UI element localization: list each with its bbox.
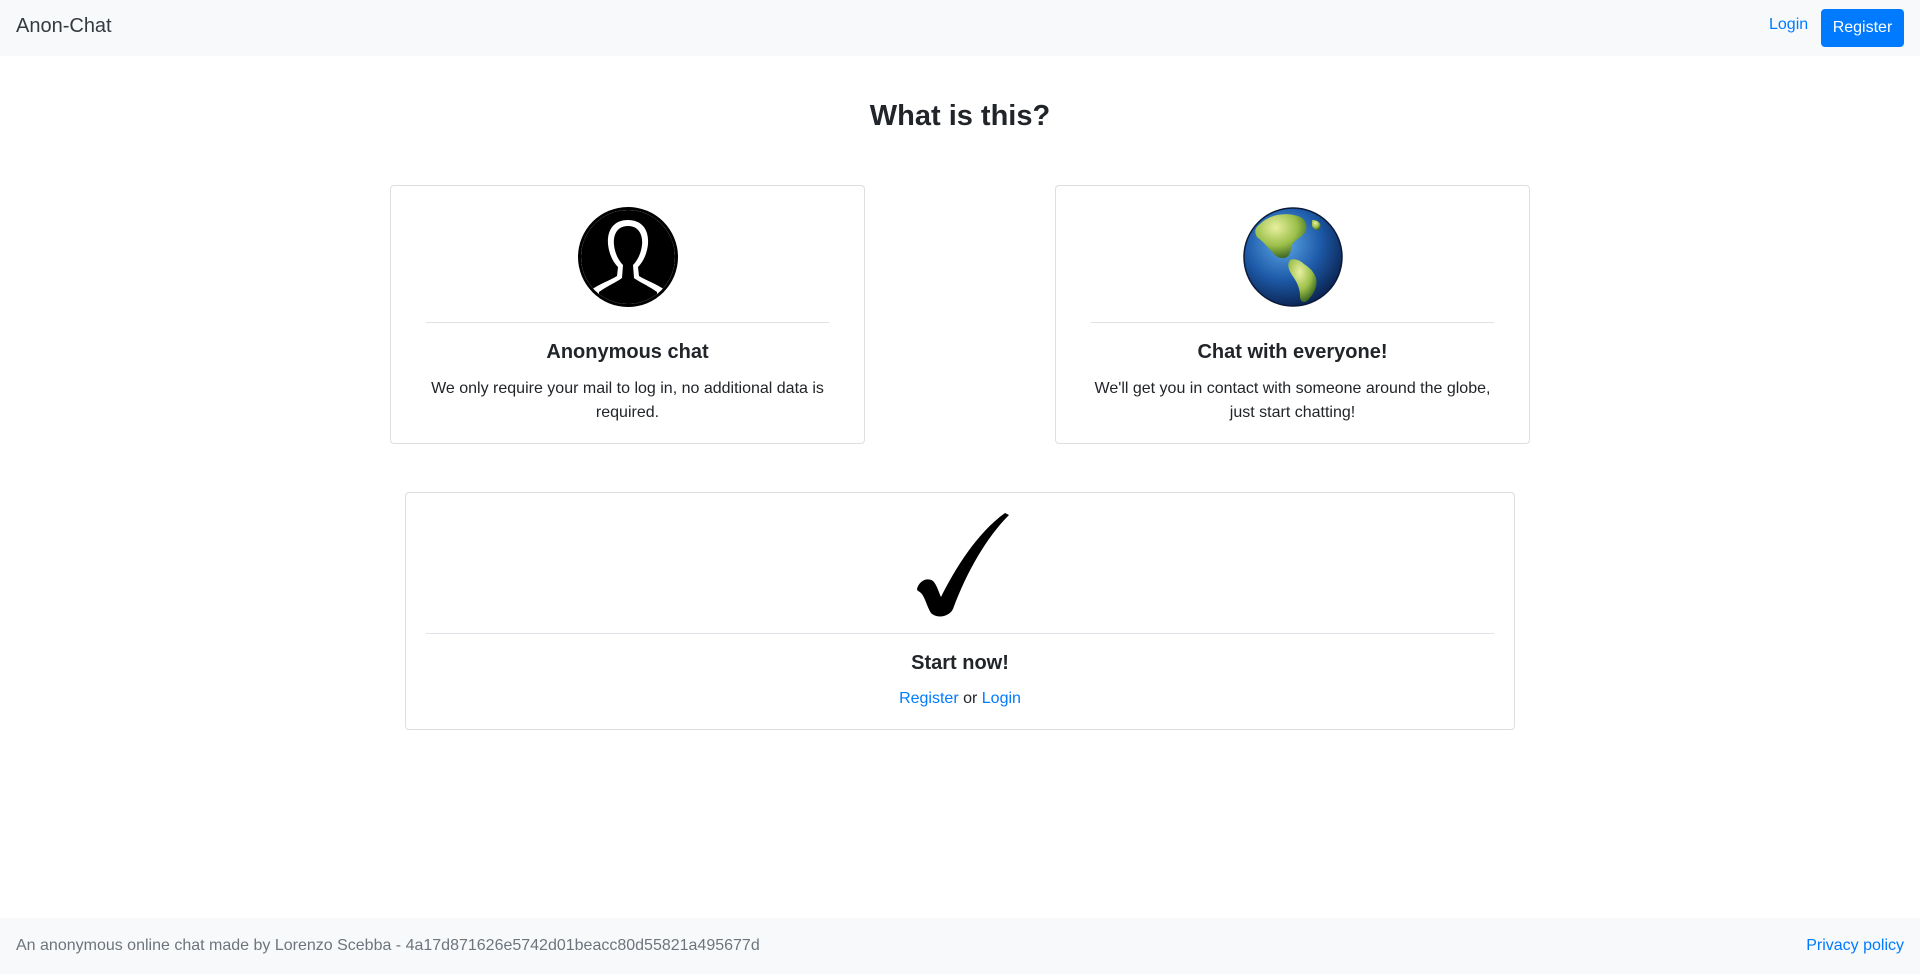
user-silhouette-icon	[577, 207, 678, 307]
card-text: We'll get you in contact with someone ar…	[1094, 380, 1491, 421]
register-button[interactable]: Register	[1821, 9, 1904, 47]
privacy-policy-link[interactable]: Privacy policy	[1806, 937, 1904, 955]
card-image	[391, 186, 864, 326]
cta-register-link[interactable]: Register	[899, 690, 959, 707]
card-title: Chat with everyone!	[1197, 341, 1388, 363]
globe-icon	[1242, 207, 1343, 307]
card-divider	[1091, 322, 1494, 323]
cta-links: Register or Login	[406, 687, 1514, 711]
card-image	[406, 493, 1514, 633]
card-divider	[426, 633, 1494, 634]
feature-card-anonymous: Anonymous chat We only require your mail…	[390, 185, 865, 444]
footer: An anonymous online chat made by Lorenzo…	[0, 918, 1920, 974]
checkmark-icon	[917, 513, 1009, 617]
card-text: We only require your mail to log in, no …	[431, 380, 824, 421]
card-title: Start now!	[911, 652, 1009, 674]
login-link[interactable]: Login	[1769, 16, 1808, 34]
page-title: What is this?	[869, 100, 1051, 132]
footer-credit-text: An anonymous online chat made by Lorenzo…	[16, 937, 760, 954]
card-image	[1056, 186, 1529, 326]
cta-login-link[interactable]: Login	[982, 690, 1021, 707]
cta-card: Start now! Register or Login	[405, 492, 1515, 730]
card-title: Anonymous chat	[546, 341, 709, 363]
card-divider	[426, 322, 829, 323]
brand-link[interactable]: Anon-Chat	[16, 15, 112, 38]
navbar: Anon-Chat Login Register	[0, 0, 1920, 56]
cta-separator: or	[963, 690, 978, 707]
feature-card-everyone: Chat with everyone! We'll get you in con…	[1055, 185, 1530, 444]
